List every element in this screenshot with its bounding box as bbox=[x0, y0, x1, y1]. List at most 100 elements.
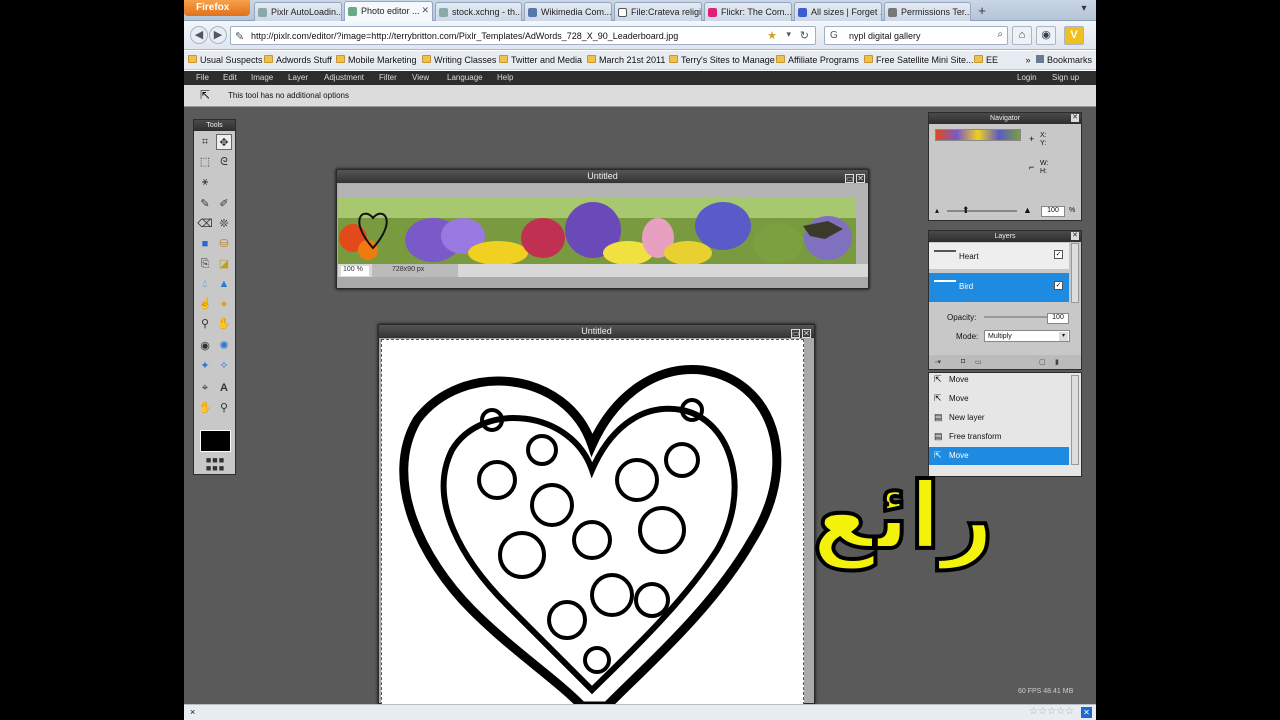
bookmark-twitter-media[interactable]: Twitter and Media bbox=[499, 55, 582, 65]
zoom-value-field[interactable]: 100 bbox=[1041, 206, 1065, 217]
layer-row-heart[interactable]: Heart ✓ bbox=[929, 243, 1069, 269]
tab-all-sizes[interactable]: All sizes | Forget ... bbox=[794, 2, 882, 21]
menu-filter[interactable]: Filter bbox=[379, 73, 397, 82]
crop-tool-icon[interactable]: ⌗ bbox=[197, 134, 213, 150]
rating-stars[interactable]: ☆☆☆☆☆ bbox=[1029, 706, 1074, 717]
smudge-tool-icon[interactable]: ☝ bbox=[197, 296, 213, 312]
menu-layer[interactable]: Layer bbox=[288, 73, 308, 82]
close-addon-bar-icon[interactable]: × bbox=[190, 707, 195, 717]
layer-mask-icon[interactable]: ◘ bbox=[961, 358, 965, 365]
evernote-icon[interactable]: ◉ bbox=[1036, 26, 1056, 45]
bookmarks-menu[interactable]: » Bookmarks bbox=[1025, 55, 1092, 65]
bookmark-affiliate-programs[interactable]: Affiliate Programs bbox=[776, 55, 859, 65]
restore-icon[interactable]: ▭ bbox=[845, 174, 854, 183]
zoom-slider-handle[interactable]: ⬆ bbox=[962, 205, 970, 216]
banner-document-window[interactable]: Untitled ▭ ✕ 100 % 728x90 px bbox=[336, 169, 869, 289]
close-tab-icon[interactable]: ✕ bbox=[421, 5, 429, 16]
sponge-tool-icon[interactable]: ● bbox=[216, 296, 232, 312]
trash-icon[interactable]: ▮ bbox=[1055, 358, 1059, 366]
dropdown-icon[interactable]: ▾ bbox=[786, 29, 791, 40]
layer-settings-icon[interactable]: ▫▾ bbox=[935, 358, 941, 366]
tab-flickr-commons[interactable]: Flickr: The Com... bbox=[704, 2, 792, 21]
search-field[interactable]: G nypl digital gallery ⌕ bbox=[824, 26, 1008, 45]
layer-visibility-checkbox[interactable]: ✓ bbox=[1054, 250, 1063, 259]
bookmark-usual-suspects[interactable]: Usual Suspects bbox=[188, 55, 263, 65]
history-item[interactable]: ⇱ Move bbox=[929, 390, 1069, 408]
opacity-slider[interactable] bbox=[984, 316, 1049, 318]
sharpen-tool-icon[interactable]: ▲ bbox=[216, 276, 232, 292]
history-scrollbar[interactable] bbox=[1071, 375, 1079, 465]
redeye-tool-icon[interactable]: ◉ bbox=[197, 338, 213, 354]
move-tool-icon[interactable]: ✥ bbox=[216, 134, 232, 150]
bookmark-ee[interactable]: EE bbox=[974, 55, 998, 65]
close-icon[interactable]: ✕ bbox=[802, 329, 811, 338]
bucket-tool-icon[interactable]: ⛁ bbox=[216, 236, 232, 252]
layer-visibility-checkbox[interactable]: ✓ bbox=[1054, 281, 1063, 290]
bookmark-march-21st[interactable]: March 21st 2011 bbox=[587, 55, 665, 65]
close-icon[interactable]: ✕ bbox=[1071, 232, 1079, 240]
colorreplace-tool-icon[interactable]: ◪ bbox=[216, 256, 232, 272]
search-icon[interactable]: ⌕ bbox=[997, 29, 1003, 40]
banner-canvas[interactable]: 100 % 728x90 px bbox=[338, 184, 868, 277]
tab-crateva-file[interactable]: File:Crateva religi... bbox=[614, 2, 702, 21]
zoom-field[interactable]: 100 % bbox=[341, 266, 369, 276]
spot-heal-tool-icon[interactable]: ✺ bbox=[216, 338, 232, 354]
lasso-tool-icon[interactable]: ᘓ bbox=[216, 154, 232, 170]
back-button[interactable]: ◀ bbox=[190, 26, 208, 44]
pencil-tool-icon[interactable]: ✎ bbox=[197, 196, 213, 212]
menu-file[interactable]: File bbox=[196, 73, 209, 82]
tab-photo-editor[interactable]: Photo editor ... ✕ bbox=[344, 1, 433, 21]
firefox-menu-button[interactable]: Firefox bbox=[184, 0, 250, 16]
list-all-tabs-icon[interactable]: ▾ bbox=[1076, 3, 1092, 18]
tab-stock-xchng[interactable]: stock.xchng - th... bbox=[435, 2, 522, 21]
burn-tool-icon[interactable]: ✋ bbox=[216, 316, 232, 332]
navigator-thumbnail[interactable] bbox=[935, 129, 1021, 141]
extension-icon[interactable]: V bbox=[1064, 26, 1084, 45]
dodge-tool-icon[interactable]: ⚲ bbox=[197, 316, 213, 332]
zoom-out-icon[interactable]: ▴ bbox=[935, 206, 939, 215]
color-swatch[interactable] bbox=[200, 430, 231, 452]
text-tool-icon[interactable]: A bbox=[216, 380, 232, 396]
clone-tool-icon[interactable]: ⎘ bbox=[197, 256, 213, 272]
layer-row-bird[interactable]: Bird ✓ bbox=[929, 273, 1069, 302]
zoom-tool-icon[interactable]: ⚲ bbox=[216, 400, 232, 416]
menu-edit[interactable]: Edit bbox=[223, 73, 237, 82]
menu-language[interactable]: Language bbox=[447, 73, 483, 82]
bookmark-writing-classes[interactable]: Writing Classes bbox=[422, 55, 496, 65]
blend-mode-select[interactable]: Multiply ▾ bbox=[984, 330, 1070, 342]
new-tab-button[interactable]: + bbox=[973, 3, 991, 19]
restore-icon[interactable]: ▭ bbox=[791, 329, 800, 338]
colorpicker-tool-icon[interactable]: ⌖ bbox=[197, 380, 213, 396]
eraser-tool-icon[interactable]: ⌫ bbox=[197, 216, 213, 232]
url-field[interactable]: ✎ http://pixlr.com/editor/?image=http://… bbox=[230, 26, 816, 45]
pinch-tool-icon[interactable]: ✧ bbox=[216, 358, 232, 374]
history-item[interactable]: ⇱ Move bbox=[929, 371, 1069, 389]
bookmarks-overflow-icon[interactable]: » bbox=[1025, 55, 1030, 65]
color-grid-icon[interactable]: ■■■ ■■■ bbox=[200, 456, 231, 473]
tab-wikimedia[interactable]: Wikimedia Com... bbox=[524, 2, 612, 21]
reload-icon[interactable]: ↻ bbox=[800, 29, 809, 42]
history-item[interactable]: ▤ Free transform bbox=[929, 428, 1069, 446]
bookmark-adwords-stuff[interactable]: Adwords Stuff bbox=[264, 55, 332, 65]
tab-permissions[interactable]: Permissions Ter... bbox=[884, 2, 971, 21]
gradient-tool-icon[interactable]: ■ bbox=[197, 236, 213, 252]
heart-document-window[interactable]: Untitled ▭ ✕ bbox=[378, 324, 815, 711]
close-icon[interactable]: ✕ bbox=[1071, 114, 1079, 122]
close-icon[interactable]: ✕ bbox=[856, 174, 865, 183]
brush-tool-icon[interactable]: ✐ bbox=[216, 196, 232, 212]
forward-button[interactable]: ▶ bbox=[209, 26, 227, 44]
bookmark-mobile-marketing[interactable]: Mobile Marketing bbox=[336, 55, 417, 65]
login-link[interactable]: Login bbox=[1017, 73, 1037, 82]
zoom-slider[interactable] bbox=[947, 210, 1017, 212]
bookmark-terrys-sites[interactable]: Terry's Sites to Manage bbox=[669, 55, 775, 65]
marquee-tool-icon[interactable]: ⬚ bbox=[197, 154, 213, 170]
menu-image[interactable]: Image bbox=[251, 73, 273, 82]
spray-tool-icon[interactable]: ❊ bbox=[216, 216, 232, 232]
bloat-tool-icon[interactable]: ✦ bbox=[197, 358, 213, 374]
menu-view[interactable]: View bbox=[412, 73, 429, 82]
home-icon[interactable]: ⌂ bbox=[1012, 26, 1032, 45]
addon-icon[interactable]: ✕ bbox=[1081, 707, 1092, 718]
heart-canvas[interactable] bbox=[381, 339, 804, 711]
menu-help[interactable]: Help bbox=[497, 73, 513, 82]
drop-tool-icon[interactable]: 💧︎ bbox=[197, 276, 213, 292]
